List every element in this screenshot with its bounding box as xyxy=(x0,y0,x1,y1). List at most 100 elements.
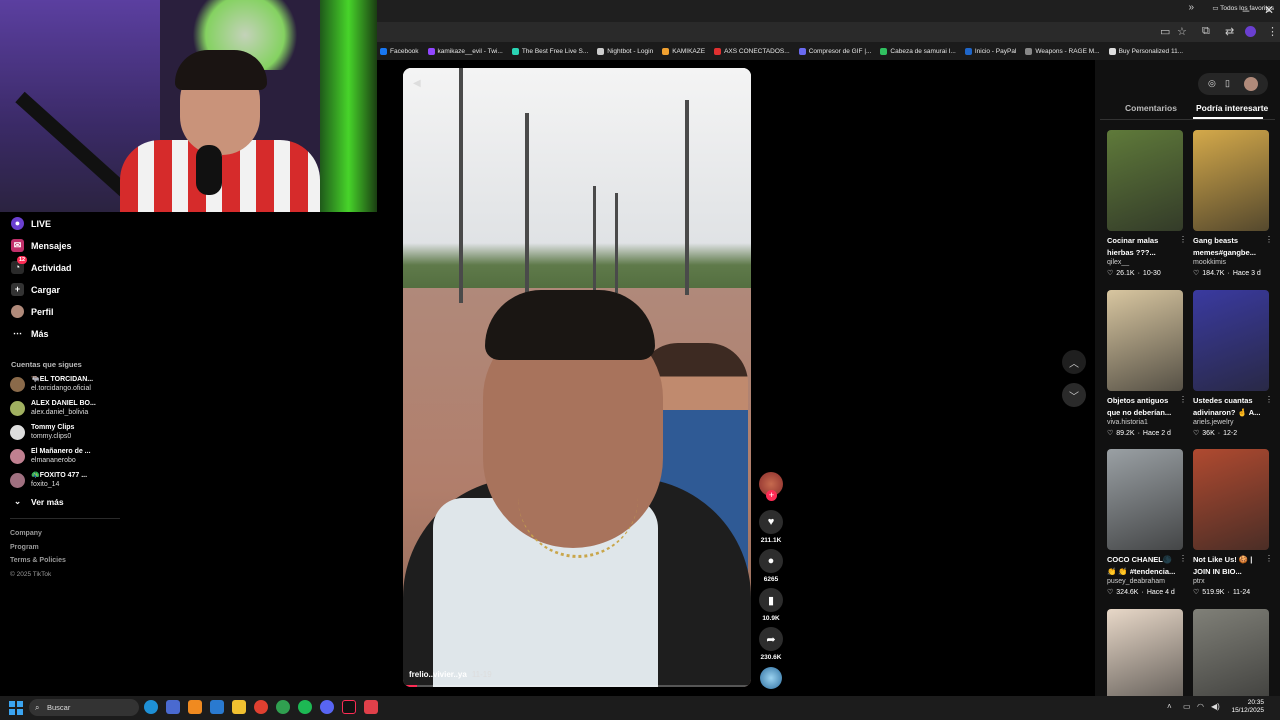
share-action[interactable]: ➦ 230.6K xyxy=(759,627,783,661)
sidebar-item-mensajes[interactable]: ✉ Mensajes xyxy=(11,239,72,252)
tray-chevron-icon[interactable]: ˄ xyxy=(1167,702,1172,711)
windows-start-icon[interactable] xyxy=(9,701,23,715)
card-title[interactable]: COCO CHANEL🌑 👏 👏 #tendencia... xyxy=(1107,554,1183,577)
footer-link[interactable]: Program xyxy=(10,544,39,551)
bookmark-item[interactable]: The Best Free Live S... xyxy=(511,47,588,55)
app-icon-green[interactable] xyxy=(276,700,290,714)
footer-link[interactable]: Terms & Policies xyxy=(10,557,66,564)
video-thumbnail[interactable] xyxy=(1193,449,1269,550)
recommended-video-card[interactable]: COCO CHANEL🌑 👏 👏 #tendencia... pusey_deab… xyxy=(1107,449,1187,598)
video-thumbnail[interactable] xyxy=(1193,609,1269,710)
compass-icon[interactable]: ◎ xyxy=(1208,78,1216,89)
bookmark-item[interactable]: Facebook xyxy=(380,47,419,55)
network-icon[interactable]: ▭ xyxy=(1183,702,1191,711)
cast-icon[interactable]: ▭ xyxy=(1160,25,1170,38)
card-author[interactable]: ptrx xyxy=(1193,577,1269,587)
folder-icon[interactable] xyxy=(232,700,246,714)
star-icon[interactable]: ☆ xyxy=(1177,25,1187,38)
bookmark-item[interactable]: Cabeza de samurai I... xyxy=(880,47,956,55)
card-author[interactable]: mookkimis xyxy=(1193,258,1269,268)
volume-icon[interactable]: ◀ xyxy=(413,78,421,89)
spotify-icon[interactable] xyxy=(298,700,312,714)
bookmark-item[interactable]: KAMIKAZE xyxy=(662,47,705,55)
card-author[interactable]: ariels.jewelry xyxy=(1193,418,1269,428)
card-author[interactable]: viva.historia1 xyxy=(1107,418,1183,428)
tab-comments[interactable]: Comentarios xyxy=(1125,103,1177,113)
card-menu-icon[interactable]: ⋮ xyxy=(1179,395,1187,404)
video-thumbnail[interactable] xyxy=(1107,290,1183,391)
video-thumbnail[interactable] xyxy=(1107,130,1183,231)
recommended-video-card[interactable]: Gang beasts memes#gangbe... mookkimis ♡ 184… xyxy=(1193,130,1273,279)
share-icon[interactable]: ➦ xyxy=(759,627,783,651)
recommended-video-card[interactable] xyxy=(1107,609,1183,710)
comment-icon[interactable]: ● xyxy=(759,549,783,573)
bookmark-icon[interactable]: ▮ xyxy=(759,588,783,612)
bookmark-item[interactable]: kamikaze__evil - Twi... xyxy=(427,47,503,55)
sidebar-item-actividad[interactable]: ◔ 12 Actividad xyxy=(11,256,72,274)
volume-icon[interactable]: ◀) xyxy=(1211,702,1220,711)
video-progress-bar[interactable] xyxy=(403,685,751,687)
following-account[interactable]: 🐃EL TORCIDAN... el.torcidango.oficial xyxy=(10,375,93,393)
sidebar-item-perfil[interactable]: Perfil xyxy=(11,305,54,318)
card-author[interactable]: pusey_deabraham xyxy=(1107,577,1183,587)
following-account[interactable]: El Mañanero de ... elmananerobo xyxy=(10,447,91,465)
recommended-video-card[interactable]: Not Like Us! 🍪 | JOIN IN BIO... ptrx ♡ 519.… xyxy=(1193,449,1273,598)
card-menu-icon[interactable]: ⋮ xyxy=(1179,235,1187,244)
video-thumbnail[interactable] xyxy=(1107,449,1183,550)
comment-action[interactable]: ● 6265 xyxy=(759,549,783,583)
bookmark-item[interactable]: Inicio - PayPal xyxy=(964,47,1016,55)
card-title[interactable]: Ustedes cuantas adivinaron? 🤞 A... xyxy=(1193,395,1269,418)
chrome-icon[interactable] xyxy=(254,700,268,714)
like-action[interactable]: ♥ 211.1K xyxy=(759,510,783,544)
video-thumbnail[interactable] xyxy=(1193,290,1269,391)
card-title[interactable]: Not Like Us! 🍪 | JOIN IN BIO... xyxy=(1193,554,1269,577)
recommended-video-card[interactable]: Cocinar malas hierbas ???... qilex__ ♡ 26.1… xyxy=(1107,130,1187,279)
recommended-video-card[interactable]: Objetos antiguos que no deberían... viva.… xyxy=(1107,290,1187,439)
follow-plus-icon[interactable]: + xyxy=(766,490,777,501)
recommended-video-card[interactable] xyxy=(1193,609,1269,710)
bookmark-item[interactable]: AXS CONECTADOS... xyxy=(714,47,790,55)
discord-icon[interactable] xyxy=(320,700,334,714)
card-menu-icon[interactable]: ⋮ xyxy=(1265,235,1273,244)
app-icon-red[interactable] xyxy=(364,700,378,714)
sidebar-item-cargar[interactable]: + Cargar xyxy=(11,283,60,296)
sidebar-icon[interactable]: ⇄ xyxy=(1225,25,1234,38)
all-bookmarks-folder[interactable]: ▭ Todos los favoritos xyxy=(1212,4,1274,12)
recommended-video-card[interactable]: Ustedes cuantas adivinaron? 🤞 A... ariels… xyxy=(1193,290,1273,439)
sidebar-item-más[interactable]: ⋯ Más xyxy=(11,327,49,340)
user-avatar[interactable] xyxy=(1244,77,1258,91)
following-account[interactable]: Tommy Clips tommy.clips0 xyxy=(10,423,74,441)
video-username[interactable]: frelio..vivier..ya xyxy=(409,670,467,679)
card-menu-icon[interactable]: ⋮ xyxy=(1265,554,1273,563)
clock[interactable]: 20:35 15/12/2025 xyxy=(1231,699,1264,715)
bookmark-item[interactable]: Buy Personalized 11... xyxy=(1108,47,1183,55)
card-title[interactable]: Cocinar malas hierbas ???... xyxy=(1107,235,1183,258)
video-thumbnail[interactable] xyxy=(1107,609,1183,710)
wifi-icon[interactable]: ◠ xyxy=(1197,702,1204,711)
save-action[interactable]: ▮ 10.9K xyxy=(759,588,783,622)
footer-link[interactable]: Company xyxy=(10,530,42,537)
card-menu-icon[interactable]: ⋮ xyxy=(1179,554,1187,563)
app-icon-orange[interactable] xyxy=(188,700,202,714)
bookmark-item[interactable]: Compresor de GIF |... xyxy=(798,47,871,55)
menu-kebab-icon[interactable]: ⋮ xyxy=(1267,25,1278,38)
card-author[interactable]: qilex__ xyxy=(1107,258,1183,268)
profile-avatar[interactable] xyxy=(1245,26,1256,37)
heart-icon[interactable]: ♥ xyxy=(759,510,783,534)
previous-video-button[interactable]: ︿ xyxy=(1062,350,1086,374)
tiktok-icon[interactable] xyxy=(342,700,356,714)
music-disc-icon[interactable] xyxy=(760,667,782,689)
card-title[interactable]: Objetos antiguos que no deberían... xyxy=(1107,395,1183,418)
next-video-button[interactable]: ﹀ xyxy=(1062,383,1086,407)
tab-recommendations[interactable]: Podría interesarte xyxy=(1196,103,1268,113)
see-more-button[interactable]: ⌄ Ver más xyxy=(11,496,64,507)
bookmark-item[interactable]: Weapons - RAGE M... xyxy=(1025,47,1100,55)
video-caption[interactable]: frelio..vivier..ya 11-19 xyxy=(409,670,492,679)
sidebar-item-live[interactable]: ● LIVE xyxy=(11,217,51,230)
bookmark-item[interactable]: Nightbot - Login xyxy=(597,47,653,55)
more-bookmarks-icon[interactable]: » xyxy=(1188,2,1194,13)
app-icon-blue[interactable] xyxy=(210,700,224,714)
card-menu-icon[interactable]: ⋮ xyxy=(1265,395,1273,404)
extensions-icon[interactable]: ⧉ xyxy=(1202,25,1210,38)
phone-icon[interactable]: ▯ xyxy=(1225,78,1230,89)
